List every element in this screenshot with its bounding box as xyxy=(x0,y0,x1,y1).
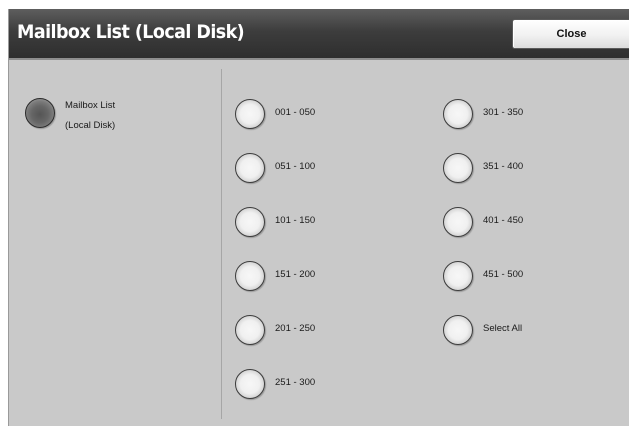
radio-unselected-icon[interactable] xyxy=(235,153,265,183)
radio-unselected-icon[interactable] xyxy=(235,99,265,129)
radio-unselected-icon[interactable] xyxy=(443,207,473,237)
radio-unselected-icon[interactable] xyxy=(235,315,265,345)
radio-option-label: 451 - 500 xyxy=(483,269,524,280)
mailbox-list-screen: Mailbox List (Local Disk) Close Mailbox … xyxy=(8,9,629,426)
page-title: Mailbox List (Local Disk) xyxy=(17,21,245,43)
radio-option-label: 251 - 300 xyxy=(275,377,316,388)
radio-unselected-icon[interactable] xyxy=(235,207,265,237)
radio-unselected-icon[interactable] xyxy=(443,99,473,129)
title-bar: Mailbox List (Local Disk) Close xyxy=(9,9,629,60)
radio-unselected-icon[interactable] xyxy=(235,369,265,399)
radio-unselected-icon[interactable] xyxy=(235,261,265,291)
radio-option-label: 051 - 100 xyxy=(275,161,316,172)
radio-option-label: 351 - 400 xyxy=(483,161,524,172)
radio-option-label: 401 - 450 xyxy=(483,215,524,226)
radio-option-label: Select All xyxy=(483,323,523,334)
radio-unselected-icon[interactable] xyxy=(443,315,473,345)
radio-label-line2: (Local Disk) xyxy=(65,120,116,131)
radio-option-label: 201 - 250 xyxy=(275,323,316,334)
radio-unselected-icon[interactable] xyxy=(443,153,473,183)
radio-option-label: Mailbox List (Local Disk) xyxy=(65,96,115,136)
radio-option-label: 301 - 350 xyxy=(483,107,524,118)
radio-option-label: 101 - 150 xyxy=(275,215,316,226)
radio-selected-icon[interactable] xyxy=(25,98,55,128)
radio-unselected-icon[interactable] xyxy=(443,261,473,291)
radio-label-line1: Mailbox List xyxy=(65,100,116,111)
column-divider xyxy=(221,69,222,419)
radio-option-label: 001 - 050 xyxy=(275,107,316,118)
radio-option-label: 151 - 200 xyxy=(275,269,316,280)
close-button[interactable]: Close xyxy=(512,19,629,49)
